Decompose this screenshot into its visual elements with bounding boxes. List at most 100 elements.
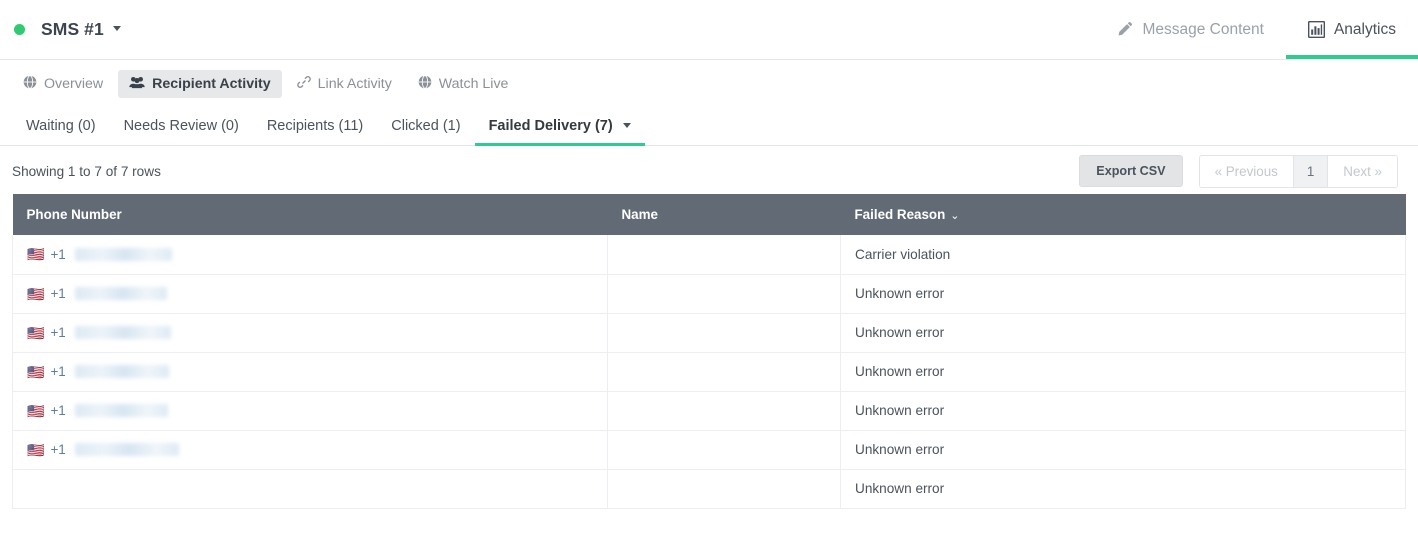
tab-message-content[interactable]: Message Content bbox=[1094, 0, 1286, 59]
tab-analytics[interactable]: Analytics bbox=[1286, 0, 1418, 59]
column-header-failed-reason-label: Failed Reason bbox=[855, 207, 946, 222]
cell-phone-number: 🇺🇸 +1 bbox=[13, 430, 608, 469]
page-title: SMS #1 bbox=[41, 19, 104, 40]
tab-recipients-label: Recipients (11) bbox=[267, 118, 363, 134]
table-row[interactable]: 🇺🇸 +1 Unknown error bbox=[13, 313, 1406, 352]
app-header: SMS #1 Message Content Analytic bbox=[0, 0, 1418, 60]
status-dot-icon bbox=[14, 24, 25, 35]
table-toolbar: Showing 1 to 7 of 7 rows Export CSV « Pr… bbox=[0, 146, 1418, 194]
country-code: +1 bbox=[50, 286, 65, 301]
cell-failed-reason: Unknown error bbox=[841, 313, 1406, 352]
table-row[interactable]: Unknown error bbox=[13, 469, 1406, 508]
pagination-page-1[interactable]: 1 bbox=[1294, 156, 1328, 187]
tab-needs-review-label: Needs Review (0) bbox=[124, 118, 239, 134]
tab-clicked[interactable]: Clicked (1) bbox=[377, 118, 474, 145]
country-code: +1 bbox=[50, 403, 65, 418]
header-tabs: Message Content Analytics bbox=[1094, 0, 1418, 59]
cell-name bbox=[608, 235, 841, 274]
table-head: Phone Number Name Failed Reason ⌄ bbox=[13, 194, 1406, 235]
subnav-item-overview-label: Overview bbox=[44, 76, 103, 92]
cell-failed-reason: Unknown error bbox=[841, 430, 1406, 469]
column-header-name[interactable]: Name bbox=[608, 194, 841, 235]
table-row[interactable]: 🇺🇸 +1 Unknown error bbox=[13, 352, 1406, 391]
pagination-next[interactable]: Next » bbox=[1328, 156, 1397, 187]
cell-name bbox=[608, 469, 841, 508]
toolbar-actions: Export CSV « Previous 1 Next » bbox=[1079, 155, 1398, 188]
redacted-phone-number bbox=[75, 365, 169, 378]
globe-icon bbox=[418, 75, 432, 93]
column-header-phone-number[interactable]: Phone Number bbox=[13, 194, 608, 235]
failed-delivery-table-wrap: Phone Number Name Failed Reason ⌄ 🇺🇸 +1 Car… bbox=[0, 194, 1418, 509]
country-code: +1 bbox=[50, 442, 65, 457]
us-flag-icon: 🇺🇸 bbox=[27, 247, 44, 261]
us-flag-icon: 🇺🇸 bbox=[27, 287, 44, 301]
subnav-item-watch-live-label: Watch Live bbox=[439, 76, 509, 92]
campaign-title-group[interactable]: SMS #1 bbox=[0, 19, 121, 40]
secondary-nav: Overview Recipient Activity Link Activit… bbox=[0, 60, 1418, 108]
link-icon bbox=[297, 75, 311, 93]
cell-phone-number: 🇺🇸 +1 bbox=[13, 313, 608, 352]
tab-clicked-label: Clicked (1) bbox=[391, 118, 460, 134]
chevron-down-icon[interactable] bbox=[623, 123, 631, 128]
cell-name bbox=[608, 352, 841, 391]
redacted-phone-number bbox=[75, 443, 179, 456]
pagination-previous[interactable]: « Previous bbox=[1200, 156, 1294, 187]
us-flag-icon: 🇺🇸 bbox=[27, 326, 44, 340]
export-csv-button[interactable]: Export CSV bbox=[1079, 155, 1182, 187]
table-row[interactable]: 🇺🇸 +1 Carrier violation bbox=[13, 235, 1406, 274]
cell-name bbox=[608, 391, 841, 430]
redacted-phone-number bbox=[75, 404, 168, 417]
column-header-failed-reason[interactable]: Failed Reason ⌄ bbox=[841, 194, 1406, 235]
tab-analytics-label: Analytics bbox=[1334, 21, 1396, 39]
table-row[interactable]: 🇺🇸 +1 Unknown error bbox=[13, 391, 1406, 430]
redacted-phone-number bbox=[75, 248, 172, 261]
country-code: +1 bbox=[50, 364, 65, 379]
table-row[interactable]: 🇺🇸 +1 Unknown error bbox=[13, 430, 1406, 469]
subnav-item-recipient-activity-label: Recipient Activity bbox=[152, 76, 271, 92]
cell-name bbox=[608, 430, 841, 469]
chevron-down-icon[interactable]: ⌄ bbox=[950, 209, 959, 222]
cell-failed-reason: Carrier violation bbox=[841, 235, 1406, 274]
cell-failed-reason: Unknown error bbox=[841, 391, 1406, 430]
subnav-item-link-activity[interactable]: Link Activity bbox=[286, 70, 403, 98]
subnav-item-recipient-activity[interactable]: Recipient Activity bbox=[118, 70, 282, 98]
us-flag-icon: 🇺🇸 bbox=[27, 443, 44, 457]
subnav-item-overview[interactable]: Overview bbox=[12, 70, 114, 98]
country-code: +1 bbox=[50, 325, 65, 340]
cell-phone-number: 🇺🇸 +1 bbox=[13, 391, 608, 430]
chevron-down-icon[interactable] bbox=[113, 26, 121, 31]
tab-message-content-label: Message Content bbox=[1142, 21, 1264, 39]
pagination: « Previous 1 Next » bbox=[1199, 155, 1398, 188]
redacted-phone-number bbox=[75, 287, 167, 300]
cell-phone-number: 🇺🇸 +1 bbox=[13, 352, 608, 391]
cell-failed-reason: Unknown error bbox=[841, 274, 1406, 313]
tab-failed-delivery[interactable]: Failed Delivery (7) bbox=[475, 118, 645, 145]
country-code: +1 bbox=[50, 247, 65, 262]
globe-icon bbox=[23, 75, 37, 93]
cell-failed-reason: Unknown error bbox=[841, 352, 1406, 391]
tab-recipients[interactable]: Recipients (11) bbox=[253, 118, 377, 145]
phone-number-value: 🇺🇸 +1 bbox=[13, 286, 607, 301]
tab-waiting-label: Waiting (0) bbox=[26, 118, 96, 134]
cell-failed-reason: Unknown error bbox=[841, 469, 1406, 508]
tab-needs-review[interactable]: Needs Review (0) bbox=[110, 118, 253, 145]
phone-number-value: 🇺🇸 +1 bbox=[13, 325, 607, 340]
tab-waiting[interactable]: Waiting (0) bbox=[12, 118, 110, 145]
table-body: 🇺🇸+1Carrier violation🇺🇸+1Unknown error🇺🇸… bbox=[13, 235, 1406, 508]
cell-phone-number bbox=[13, 469, 608, 508]
us-flag-icon: 🇺🇸 bbox=[27, 404, 44, 418]
users-icon bbox=[129, 75, 145, 93]
us-flag-icon: 🇺🇸 bbox=[27, 365, 44, 379]
tab-failed-delivery-label: Failed Delivery (7) bbox=[489, 118, 613, 134]
filter-tabs: Waiting (0) Needs Review (0) Recipients … bbox=[0, 108, 1418, 146]
row-count-status: Showing 1 to 7 of 7 rows bbox=[12, 164, 161, 179]
phone-number-value: 🇺🇸 +1 bbox=[13, 247, 607, 262]
table-row[interactable]: 🇺🇸 +1 Unknown error bbox=[13, 274, 1406, 313]
pencil-icon bbox=[1116, 21, 1133, 38]
table-header-row: Phone Number Name Failed Reason ⌄ bbox=[13, 194, 1406, 235]
bar-chart-icon bbox=[1308, 21, 1325, 38]
cell-phone-number: 🇺🇸 +1 bbox=[13, 274, 608, 313]
subnav-item-watch-live[interactable]: Watch Live bbox=[407, 70, 520, 98]
column-header-name-label: Name bbox=[622, 207, 658, 222]
phone-number-value: 🇺🇸 +1 bbox=[13, 442, 607, 457]
